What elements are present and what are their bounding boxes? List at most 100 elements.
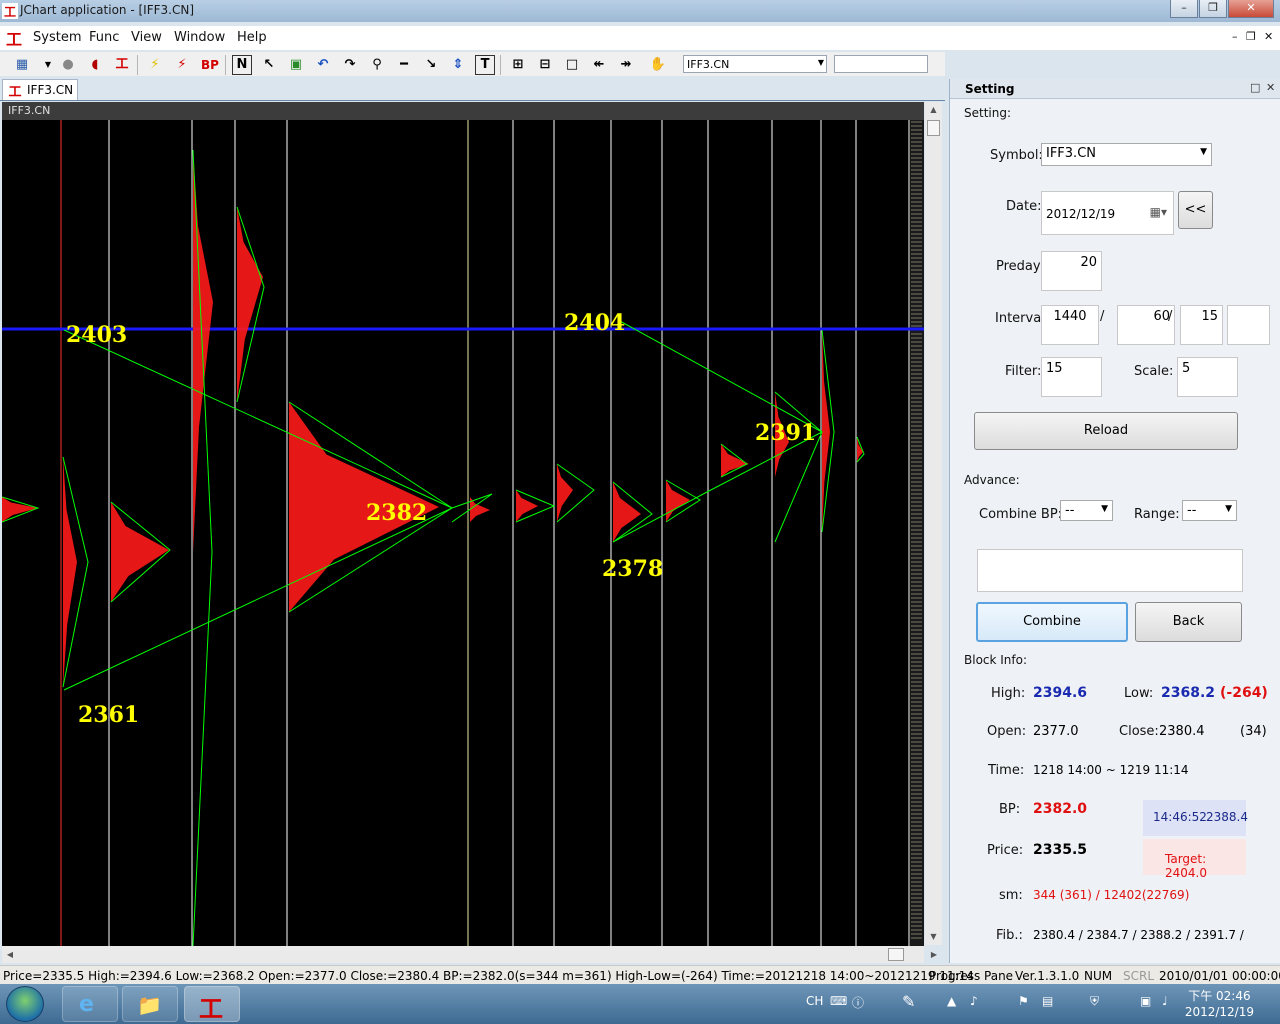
network-icon[interactable]: ▤ (1042, 994, 1053, 1008)
hand-icon[interactable]: ✋ (648, 55, 668, 75)
scroll-left-icon[interactable]: ◀ (2, 946, 18, 963)
combine-button[interactable]: Combine (976, 602, 1128, 642)
panel-close-icon[interactable]: ✕ (1266, 81, 1275, 94)
interval-input-4[interactable] (1227, 305, 1270, 345)
date-label: Date: (1006, 199, 1042, 214)
lightning-red-icon[interactable]: ⚡ (172, 55, 192, 75)
range-select[interactable]: -- ▼ (1182, 500, 1237, 521)
menu-help[interactable]: Help (237, 30, 267, 45)
range-label: Range: (1134, 507, 1180, 522)
chart-header-label: IFF3.CN (8, 104, 51, 117)
dome-icon[interactable]: ◖ (85, 55, 105, 75)
calendar-icon[interactable]: ▦▾ (1150, 205, 1167, 219)
drive-icon[interactable]: ▲ (947, 994, 956, 1008)
close-button[interactable]: ✕ (1228, 0, 1274, 18)
open-label: Open: (987, 724, 1027, 739)
reload-button[interactable]: Reload (974, 412, 1238, 450)
right-arrow-icon[interactable]: ↠ (616, 55, 636, 75)
mdi-minimize-button[interactable]: – (1232, 30, 1238, 43)
close-label: Close: (1119, 724, 1159, 739)
setting-header: Setting □ ✕ (950, 79, 1280, 99)
start-button[interactable] (6, 986, 44, 1022)
help-icon[interactable]: ⓘ (852, 994, 864, 1011)
status-datetime: 2010/01/01 00:00:00 (1159, 969, 1280, 983)
speaker-icon[interactable]: ♪ (970, 994, 978, 1008)
horizontal-scrollbar[interactable]: ◀ ▶ (2, 946, 937, 963)
menu-view[interactable]: View (131, 30, 162, 45)
bp-tool-button[interactable]: BP (198, 55, 222, 75)
clock[interactable]: 下午 02:46 2012/12/19 (1185, 988, 1254, 1020)
tpo-profile (666, 480, 690, 522)
keyboard-icon[interactable]: ⌨ (830, 994, 847, 1008)
flag-icon[interactable]: ⚑ (1018, 994, 1029, 1008)
left-arrow-icon[interactable]: ↞ (589, 55, 609, 75)
jchart-taskbar-button[interactable]: 工 (184, 986, 240, 1023)
interval-input-3[interactable]: 15 (1180, 305, 1223, 345)
toolbar-input[interactable] (834, 55, 928, 73)
scroll-up-icon[interactable]: ▲ (925, 102, 942, 118)
interval-input-1[interactable]: 1440 (1041, 305, 1099, 345)
preday-input[interactable]: 20 (1041, 251, 1102, 291)
scale-input[interactable]: 5 (1177, 357, 1238, 397)
filter-input[interactable]: 15 (1041, 357, 1102, 397)
chart-header: IFF3.CN (2, 102, 924, 120)
time-label: Time: (988, 763, 1025, 778)
hline-icon[interactable]: ━ (394, 55, 414, 75)
zoom-in-icon[interactable]: ⊞ (508, 55, 528, 75)
redo-icon[interactable]: ↷ (340, 55, 360, 75)
menu-window[interactable]: Window (174, 30, 225, 45)
svg-text:工: 工 (8, 85, 21, 97)
explorer-taskbar-button[interactable]: 📁 (122, 986, 178, 1022)
ie-taskbar-button[interactable]: e (62, 986, 118, 1022)
menu-system[interactable]: System (33, 30, 81, 45)
n-tool-button[interactable]: N (232, 55, 252, 75)
date-value: 2012/12/19 (1046, 207, 1116, 221)
language-indicator[interactable]: CH (806, 994, 823, 1008)
symbol-combo[interactable]: IFF3.CN ▼ (683, 55, 827, 73)
dropdown-arrow-icon[interactable]: ▼ (38, 55, 58, 75)
tab-iff3[interactable]: 工 IFF3.CN (2, 79, 78, 100)
undo-icon[interactable]: ↶ (313, 55, 333, 75)
minimize-button[interactable]: – (1170, 0, 1198, 18)
scroll-thumb[interactable] (927, 120, 940, 136)
tpo-profile (613, 482, 641, 542)
scroll-down-icon[interactable]: ▼ (925, 929, 942, 945)
date-back-button[interactable]: << (1178, 191, 1213, 229)
scale-label: Scale: (1134, 364, 1174, 379)
pen-icon[interactable]: ✎ (902, 992, 915, 1011)
zoom-icon[interactable]: ⚲ (367, 55, 387, 75)
symbol-label: Symbol: (990, 148, 1043, 163)
mdi-restore-button[interactable]: ❐ (1246, 30, 1256, 43)
target-value: Target: 2404.0 (1165, 852, 1207, 880)
interval-input-2[interactable]: 60 (1117, 305, 1175, 345)
maximize-button[interactable]: ❐ (1199, 0, 1227, 18)
bar-chart-icon[interactable]: ▦ (12, 55, 32, 75)
app-logo-icon: 工 (8, 85, 21, 97)
shield-icon[interactable]: ⛨ (1090, 994, 1099, 1009)
combine-textbox[interactable] (977, 549, 1243, 592)
back-button[interactable]: Back (1135, 602, 1242, 642)
logo-tool-icon[interactable]: 工 (112, 55, 132, 75)
scroll-thumb[interactable] (888, 948, 904, 961)
text-tool-button[interactable]: T (475, 55, 495, 75)
scroll-right-icon[interactable]: ▶ (926, 946, 942, 963)
volume-icon[interactable]: ♩ (1162, 994, 1168, 1008)
circle-icon[interactable]: ● (58, 55, 78, 75)
date-picker[interactable]: 2012/12/19 ▦▾ (1041, 191, 1174, 235)
zoom-out-icon[interactable]: ⊟ (535, 55, 555, 75)
cube-icon[interactable]: ▣ (286, 55, 306, 75)
panel-restore-icon[interactable]: □ (1250, 81, 1260, 94)
combine-bp-select[interactable]: -- ▼ (1060, 500, 1113, 521)
symbol-select[interactable]: IFF3.CN ▼ (1041, 143, 1212, 166)
diagonal-line-icon[interactable]: ↘ (421, 55, 441, 75)
up-down-arrow-icon[interactable]: ⇕ (448, 55, 468, 75)
pointer-icon[interactable]: ↖ (259, 55, 279, 75)
menu-func[interactable]: Func (89, 30, 119, 45)
vertical-scrollbar[interactable]: ▲ ▼ (925, 102, 942, 945)
mdi-close-button[interactable]: ✕ (1264, 30, 1273, 43)
chart-area[interactable]: 2403 2404 2382 2391 2378 2361 IFF3.CN (2, 102, 924, 946)
monitor-icon[interactable]: ▣ (1140, 994, 1151, 1008)
chart-canvas[interactable]: 2403 2404 2382 2391 2378 2361 (2, 102, 924, 946)
lightning-yellow-icon[interactable]: ⚡ (145, 55, 165, 75)
select-rect-icon[interactable]: □ (562, 55, 582, 75)
